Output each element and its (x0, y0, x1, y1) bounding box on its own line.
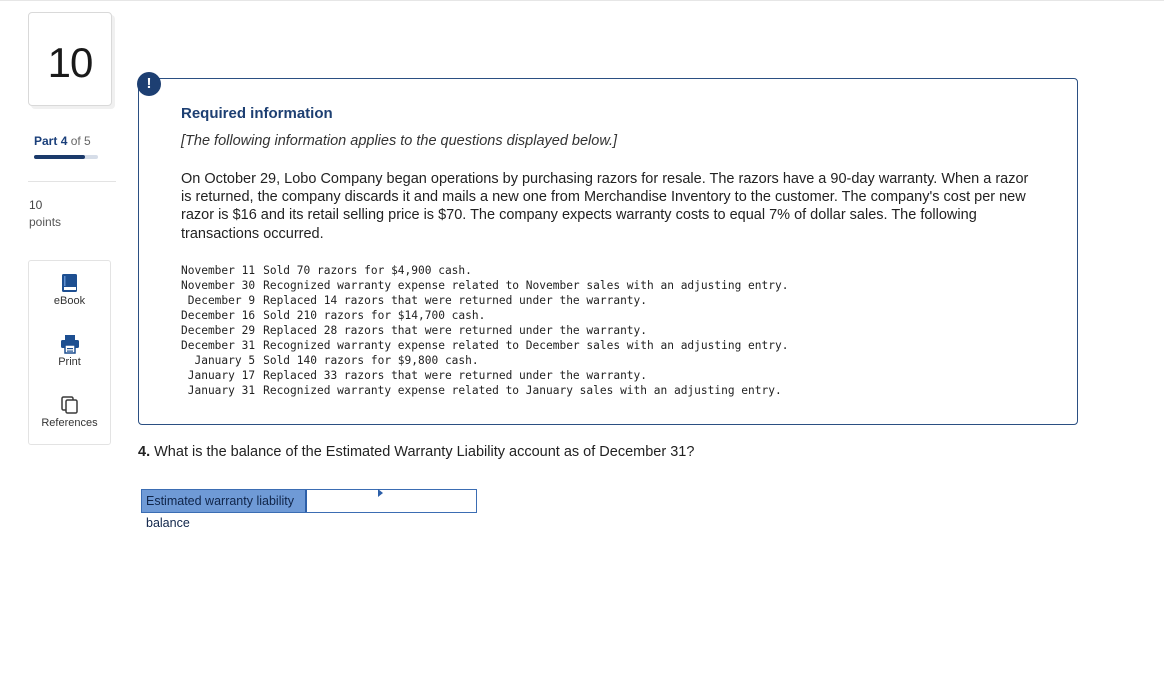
points-value: 10 (29, 198, 43, 212)
panel-title: Required information (181, 105, 333, 122)
part-prefix: Part (34, 134, 58, 148)
transaction-row: December 29 Replaced 28 razors that were … (181, 323, 788, 338)
answer-label: Estimated warranty liability balance (142, 490, 305, 530)
print-label: Print (58, 356, 81, 368)
copy-pages-icon (60, 396, 78, 414)
part-progress-bar (34, 155, 98, 159)
print-button[interactable]: Print (29, 334, 110, 368)
answer-row: Estimated warranty liability balance (141, 489, 477, 530)
transaction-row: November 11 Sold 70 razors for $4,900 cas… (181, 263, 788, 278)
input-marker-icon (378, 489, 383, 497)
transaction-date: November 30 (181, 279, 256, 292)
ebook-label: eBook (53, 295, 86, 307)
transaction-date: January 5 (194, 354, 256, 367)
part-progress-fill (34, 155, 86, 159)
question-number-card: 10 (28, 12, 112, 106)
part-total: of 5 (70, 134, 91, 148)
transaction-date: December 16 (181, 309, 256, 322)
transaction-description: Replaced 14 razors that were returned un… (263, 294, 648, 307)
transaction-description: Recognized warranty expense related to N… (263, 279, 789, 292)
transaction-row: December 16 Sold 210 razors for $14,700 c… (181, 308, 788, 323)
transaction-date: November 11 (181, 264, 256, 277)
scenario-text: On October 29, Lobo Company began operat… (181, 171, 1029, 242)
transaction-description: Sold 140 razors for $9,800 cash. (263, 354, 479, 367)
transaction-date: January 17 (187, 369, 256, 382)
transaction-row: January 17 Replaced 33 razors that were r… (181, 368, 788, 383)
transaction-row: January 31 Recognized warranty expense re… (181, 383, 788, 398)
transaction-description: Sold 70 razors for $4,900 cash. (263, 264, 472, 277)
ebook-button[interactable]: eBook (29, 273, 110, 307)
transaction-row: November 30 Recognized warranty expense r… (181, 278, 788, 293)
top-divider (0, 0, 1164, 1)
references-label: References (41, 417, 98, 429)
references-button[interactable]: References (29, 395, 110, 429)
part-indicator: Part 4 of 5 (34, 134, 91, 148)
question-number: 10 (47, 39, 94, 86)
transaction-description: Replaced 33 razors that were returned un… (263, 369, 648, 382)
part-current: 4 (60, 134, 68, 148)
required-information-panel: Required information [The following info… (138, 78, 1078, 425)
printer-icon (60, 335, 79, 354)
transactions-table: November 11 Sold 70 razors for $4,900 cas… (181, 263, 788, 398)
panel-subtitle: [The following information applies to th… (181, 133, 618, 149)
transaction-description: Recognized warranty expense related to J… (263, 384, 782, 397)
transaction-date: December 31 (181, 339, 256, 352)
transaction-row: January 5 Sold 140 razors for $9,800 cash… (181, 353, 788, 368)
transaction-description: Recognized warranty expense related to D… (263, 339, 789, 352)
transaction-description: Replaced 28 razors that were returned un… (263, 324, 648, 337)
alert-icon: ! (137, 72, 161, 96)
transaction-row: December 9 Replaced 14 razors that were r… (181, 293, 788, 308)
question-number-label: 4. (138, 444, 151, 460)
transaction-description: Sold 210 razors for $14,700 cash. (263, 309, 486, 322)
question-prompt: 4. What is the balance of the Estimated … (138, 444, 694, 460)
resource-tools: eBook Print References (28, 260, 111, 445)
question-text: What is the balance of the Estimated War… (154, 444, 695, 460)
rail-divider (28, 181, 116, 182)
points-label: points (29, 215, 62, 229)
transaction-date: December 29 (181, 324, 256, 337)
transaction-date: December 9 (187, 294, 256, 307)
warranty-liability-input[interactable] (305, 490, 476, 512)
transaction-row: December 31 Recognized warranty expense r… (181, 338, 788, 353)
book-icon (61, 274, 77, 292)
transaction-date: January 31 (187, 384, 256, 397)
